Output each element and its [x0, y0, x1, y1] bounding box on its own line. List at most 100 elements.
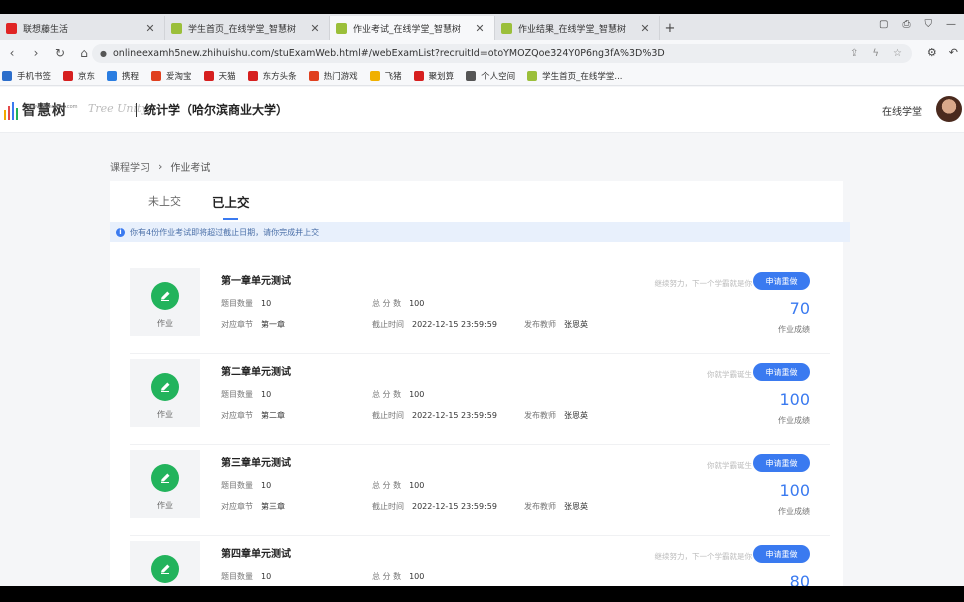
deadline: 截止时间 2022-12-15 23:59:59	[372, 411, 497, 420]
breadcrumb: 课程学习 › 作业考试	[110, 159, 210, 174]
tab-submitted[interactable]: 已上交	[212, 192, 250, 211]
bookmark-item[interactable]: 学生首页_在线学堂...	[527, 70, 623, 82]
apply-redo-button[interactable]: 申请重做	[753, 454, 810, 472]
submission-tabs: 未上交 已上交	[110, 181, 843, 221]
tab-label: 作业结果_在线学堂_智慧树	[518, 24, 627, 35]
online-classroom-link[interactable]: 在线学堂	[882, 103, 922, 118]
exam-score: 100	[779, 481, 810, 500]
bookmark-label: 天猫	[218, 71, 236, 82]
bookmark-item[interactable]: 携程	[107, 70, 139, 82]
bookmark-label: 个人空间	[481, 71, 516, 82]
shield-icon[interactable]: ⛉	[925, 19, 933, 30]
bookmark-favicon-icon	[308, 70, 319, 81]
exam-card[interactable]: 作业 第三章单元测试 题目数量 10 总 分 数 100 对应章节 第三章 截止时间 2…	[130, 450, 830, 536]
bookmark-favicon-icon	[107, 70, 118, 81]
url-text: onlineexamh5new.zhihuishu.com/stuExamWeb…	[112, 48, 665, 59]
close-tab-icon[interactable]: ✕	[144, 22, 156, 35]
share-icon[interactable]: ⇪	[850, 48, 858, 59]
zhihuishu-favicon-icon	[336, 22, 347, 34]
bookmark-item[interactable]: 聚划算	[413, 70, 455, 82]
question-count: 题目数量 10	[221, 481, 272, 490]
lock-icon: ●	[100, 49, 107, 58]
exam-list-panel: 未上交 已上交 i 你有4份作业考试即将超过截止日期，请你完成并上交 作业 第一…	[110, 181, 850, 586]
lenovo-favicon-icon	[6, 22, 17, 34]
forward-icon[interactable]: ›	[24, 46, 48, 60]
bookmark-favicon-icon	[527, 70, 538, 81]
bookmark-item[interactable]: 天猫	[203, 70, 236, 82]
bookmark-item[interactable]: 热门游戏	[308, 70, 358, 82]
apply-redo-button[interactable]: 申请重做	[753, 545, 810, 563]
print-icon[interactable]: ⎙	[903, 19, 911, 30]
encouragement-hint: 继续努力，下一个学霸就是你	[654, 279, 753, 288]
encouragement-hint: 继续努力，下一个学霸就是你	[654, 552, 753, 561]
zhihuishu-logo[interactable]: 智慧树	[4, 100, 67, 120]
tab-student-home[interactable]: 学生首页_在线学堂_智慧树 ✕	[165, 16, 330, 40]
bookmark-label: 手机书签	[17, 71, 52, 82]
exam-title[interactable]: 第四章单元测试	[221, 545, 291, 560]
tab-bar: 联想藤生活 ✕ 学生首页_在线学堂_智慧树 ✕ 作业考试_在线学堂_智慧树 ✕ …	[0, 14, 964, 40]
thumb-label: 作业	[157, 410, 173, 419]
undo-icon[interactable]: ↶	[949, 46, 958, 59]
tab-homework-exam[interactable]: 作业考试_在线学堂_智慧树 ✕	[330, 16, 495, 40]
exam-title[interactable]: 第三章单元测试	[221, 454, 291, 469]
bookmark-item[interactable]: 手机书签	[2, 70, 51, 82]
exam-card[interactable]: 作业 第四章单元测试 题目数量10 总 分 数100 对应章节第四章 截止时间2…	[130, 541, 830, 586]
tab-not-submitted[interactable]: 未上交	[148, 193, 181, 209]
reload-icon[interactable]: ↻	[48, 46, 72, 60]
url-field[interactable]: ● onlineexamh5new.zhihuishu.com/stuExamW…	[92, 44, 912, 63]
back-icon[interactable]: ‹	[0, 46, 24, 60]
zhihuishu-favicon-icon	[501, 22, 512, 34]
bookmark-item[interactable]: 爱淘宝	[151, 70, 192, 82]
exam-title[interactable]: 第一章单元测试	[221, 272, 291, 287]
pencil-icon	[151, 555, 179, 583]
question-count: 题目数量 10	[221, 299, 272, 308]
bookmark-favicon-icon	[466, 70, 477, 81]
total-score: 总 分 数 100	[372, 481, 425, 490]
sidebar-icon[interactable]: ▢	[879, 19, 888, 30]
pencil-icon	[151, 282, 179, 310]
bookmark-label: 爱淘宝	[166, 71, 192, 82]
bookmark-item[interactable]: 京东	[63, 70, 95, 82]
bookmark-item[interactable]: 个人空间	[466, 70, 515, 82]
breadcrumb-current: 作业考试	[170, 163, 211, 174]
avatar[interactable]	[936, 96, 962, 122]
exam-card[interactable]: 作业 第二章单元测试 题目数量 10 总 分 数 100 对应章节 第二章 截止时间 2…	[130, 359, 830, 445]
apply-redo-button[interactable]: 申请重做	[753, 363, 810, 381]
bookmark-label: 携程	[122, 71, 140, 82]
tab-lenovo[interactable]: 联想藤生活 ✕	[0, 16, 165, 40]
extensions-icon[interactable]: ⚙	[927, 46, 937, 59]
thumb-label: 作业	[157, 501, 173, 510]
exam-score: 100	[779, 390, 810, 409]
breadcrumb-course-study[interactable]: 课程学习	[110, 159, 150, 174]
bookmark-item[interactable]: 飞猪	[369, 70, 402, 82]
deadline: 截止时间 2022-12-15 23:59:59	[372, 320, 497, 329]
bookmark-label: 聚划算	[428, 71, 455, 82]
tab-label: 学生首页_在线学堂_智慧树	[188, 24, 297, 35]
close-tab-icon[interactable]: ✕	[639, 22, 651, 35]
header-divider	[136, 103, 137, 117]
exam-card[interactable]: 作业 第一章单元测试 题目数量 10 总 分 数 100 对应章节 第一章 截止时间 2…	[130, 268, 830, 354]
bookmark-label: 学生首页_在线学堂...	[542, 71, 623, 82]
score-label: 作业成绩	[778, 325, 810, 334]
bookmark-item[interactable]: 东方头条	[247, 70, 297, 82]
exam-thumbnail: 作业	[130, 268, 200, 336]
site-header: 智慧树 www.zhihuishu.com Tree Unity 统计学（哈尔滨…	[0, 87, 964, 133]
close-tab-icon[interactable]: ✕	[309, 22, 321, 35]
close-tab-icon[interactable]: ✕	[474, 22, 486, 35]
score-label: 作业成绩	[778, 416, 810, 425]
new-tab-button[interactable]: +	[660, 16, 680, 40]
pencil-icon	[151, 464, 179, 492]
bookmark-label: 热门游戏	[323, 71, 358, 82]
total-score: 总 分 数 100	[372, 572, 425, 581]
bolt-icon[interactable]: ϟ	[872, 48, 879, 59]
chapter: 对应章节 第三章	[221, 502, 285, 511]
minimize-icon[interactable]: —	[946, 19, 956, 30]
exam-thumbnail: 作业	[130, 541, 200, 586]
apply-redo-button[interactable]: 申请重做	[753, 272, 810, 290]
exam-title[interactable]: 第二章单元测试	[221, 363, 291, 378]
bookmark-favicon-icon	[63, 70, 74, 81]
score-label: 作业成绩	[778, 507, 810, 516]
pencil-icon	[151, 373, 179, 401]
star-icon[interactable]: ☆	[893, 48, 902, 59]
tab-homework-result[interactable]: 作业结果_在线学堂_智慧树 ✕	[495, 16, 660, 40]
